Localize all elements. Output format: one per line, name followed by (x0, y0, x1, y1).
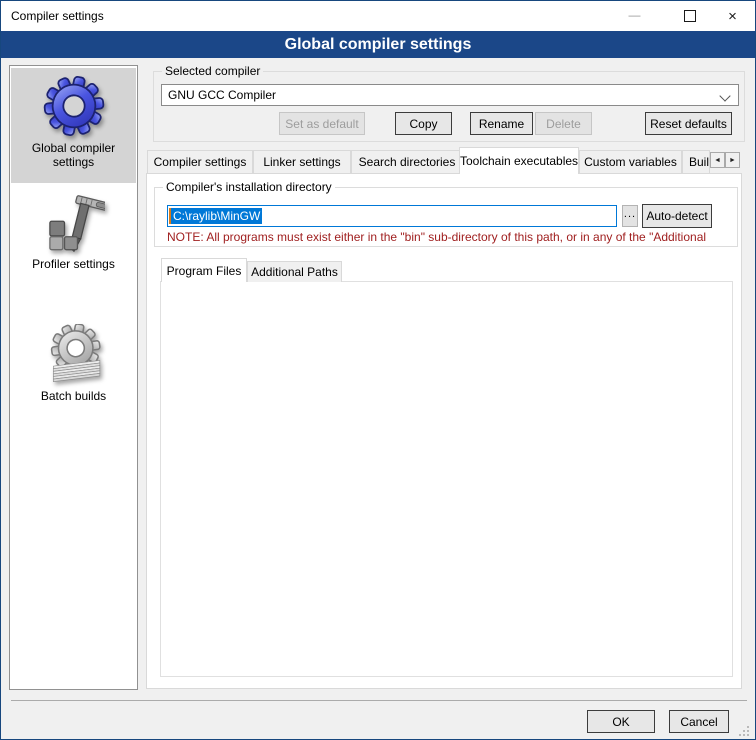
installation-directory-group-label: Compiler's installation directory (163, 180, 335, 194)
blue-gear-icon (42, 74, 106, 138)
sidebar-label-profiler-settings: Profiler settings (11, 257, 136, 271)
installation-directory-browse-button[interactable]: ... (622, 205, 638, 227)
bin-subdirectory-note: NOTE: All programs must exist either in … (167, 230, 733, 244)
scroll-right-icon: ► (729, 157, 736, 164)
subtab-program-files[interactable]: Program Files (161, 258, 247, 282)
window-title: Compiler settings (11, 9, 104, 23)
subtab-additional-paths[interactable]: Additional Paths (247, 261, 342, 282)
maximize-button[interactable] (667, 1, 712, 31)
delete-button[interactable]: Delete (535, 112, 592, 135)
resize-grip[interactable] (738, 725, 750, 737)
copy-button[interactable]: Copy (395, 112, 452, 135)
tab-linker-settings[interactable]: Linker settings (253, 150, 351, 173)
sidebar-item-profiler-settings[interactable]: Profiler settings (11, 188, 136, 292)
tab-build-clipped[interactable]: Build (682, 150, 710, 173)
selected-compiler-group-label: Selected compiler (162, 64, 263, 78)
minimize-icon: — (629, 8, 641, 22)
ok-button[interactable]: OK (587, 710, 655, 733)
sidebar-item-global-compiler-settings[interactable]: Global compiler settings (11, 68, 136, 183)
caliper-tool-icon (43, 192, 105, 254)
tab-toolchain-executables[interactable]: Toolchain executables (459, 147, 579, 174)
installation-directory-input[interactable]: C:\raylib\MinGW (167, 205, 617, 227)
compiler-settings-dialog: Compiler settings — × Global compiler se… (0, 0, 756, 740)
tab-compiler-settings[interactable]: Compiler settings (147, 150, 253, 173)
footer-divider (11, 700, 747, 701)
title-bar: Compiler settings — × (1, 1, 755, 31)
rename-button[interactable]: Rename (470, 112, 533, 135)
sidebar-label-global-compiler-settings: Global compiler settings (11, 141, 136, 169)
sidebar-item-batch-builds[interactable]: Batch builds (11, 316, 136, 420)
installation-directory-value: C:\raylib\MinGW (171, 208, 262, 224)
maximize-icon (684, 10, 696, 22)
auto-detect-button[interactable]: Auto-detect (642, 204, 712, 228)
scroll-left-icon: ◄ (714, 157, 721, 164)
close-icon: × (728, 9, 737, 24)
settings-sidebar: Global compiler settings Profile (9, 65, 138, 690)
set-as-default-button[interactable]: Set as default (279, 112, 365, 135)
tab-custom-variables[interactable]: Custom variables (579, 150, 682, 173)
gray-gear-stack-icon (43, 324, 105, 386)
page-title: Global compiler settings (1, 31, 755, 58)
sidebar-label-batch-builds: Batch builds (11, 389, 136, 403)
reset-defaults-button[interactable]: Reset defaults (645, 112, 732, 135)
cancel-button[interactable]: Cancel (669, 710, 729, 733)
compiler-select-value: GNU GCC Compiler (168, 88, 276, 102)
tab-scroll-right-button[interactable]: ► (725, 152, 740, 168)
compiler-select[interactable]: GNU GCC Compiler (161, 84, 739, 106)
program-files-page (160, 281, 733, 677)
tab-scroll-left-button[interactable]: ◄ (710, 152, 725, 168)
chevron-down-icon (719, 90, 730, 101)
tab-search-directories[interactable]: Search directories (351, 150, 463, 173)
minimize-button[interactable]: — (612, 1, 657, 31)
close-button[interactable]: × (710, 1, 755, 31)
